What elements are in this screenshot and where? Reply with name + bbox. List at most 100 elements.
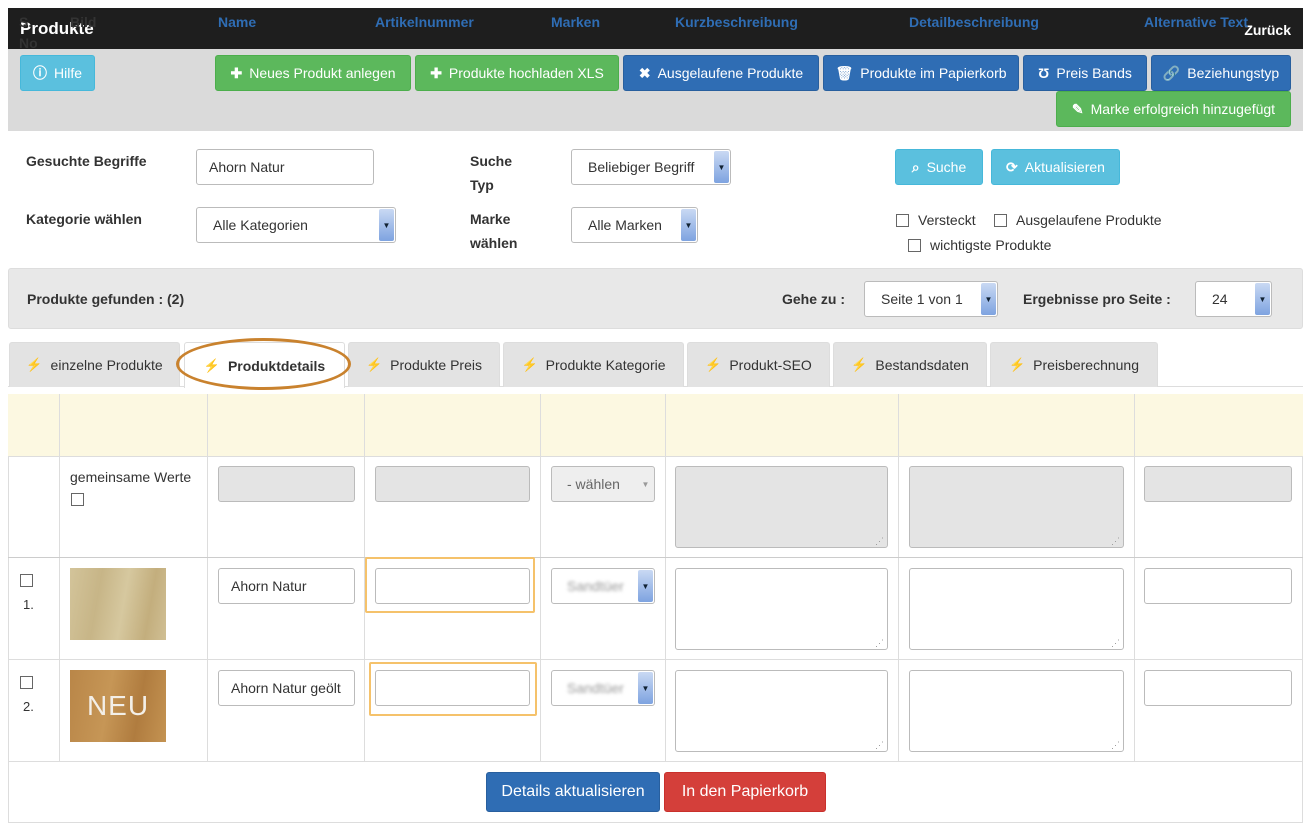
help-button[interactable]: ⓘ Hilfe bbox=[20, 55, 95, 91]
row-number: 1. bbox=[23, 597, 34, 612]
row-divider bbox=[8, 659, 1303, 660]
back-link[interactable]: Zurück bbox=[1244, 22, 1291, 38]
th-alt-text[interactable]: Alternative Text bbox=[1144, 12, 1248, 33]
common-detail-description[interactable] bbox=[909, 466, 1124, 548]
refresh-button[interactable]: ⟳ Aktualisieren bbox=[991, 149, 1120, 185]
brand-label-1: Marke bbox=[470, 211, 511, 227]
short-description-textarea[interactable] bbox=[675, 670, 888, 752]
bolt-icon: ⚡ bbox=[851, 357, 868, 372]
important-checkbox[interactable] bbox=[908, 239, 921, 252]
search-type-label-2: Typ bbox=[470, 177, 494, 193]
move-to-trash-button[interactable]: In den Papierkorb bbox=[664, 772, 826, 812]
common-article-input[interactable] bbox=[375, 466, 530, 502]
chevron-down-icon: ▼ bbox=[638, 570, 653, 602]
price-bands-button[interactable]: Ʊ Preis Bands bbox=[1023, 55, 1147, 91]
th-image: Bild bbox=[70, 14, 97, 30]
col-divider bbox=[540, 394, 541, 762]
link-icon: 🔗 bbox=[1162, 64, 1181, 81]
plus-icon: ✚ bbox=[230, 64, 243, 81]
row-checkbox[interactable] bbox=[20, 676, 33, 689]
detail-description-textarea[interactable] bbox=[909, 568, 1124, 650]
tab-product-details[interactable]: ⚡ Produktdetails bbox=[184, 342, 345, 388]
upload-xls-button[interactable]: ✚ Produkte hochladen XLS bbox=[415, 55, 619, 91]
chevron-down-icon: ▼ bbox=[1255, 283, 1270, 315]
tab-product-price[interactable]: ⚡ Produkte Preis bbox=[348, 342, 500, 387]
bolt-icon: ⚡ bbox=[365, 357, 383, 372]
brand-added-button[interactable]: ✎ Marke erfolgreich hinzugefügt bbox=[1056, 91, 1291, 127]
th-name[interactable]: Name bbox=[218, 12, 256, 33]
th-brands[interactable]: Marken bbox=[551, 12, 600, 33]
category-label: Kategorie wählen bbox=[26, 211, 142, 227]
table-header bbox=[8, 394, 1303, 457]
tab-price-calculation[interactable]: ⚡ Preisberechnung bbox=[990, 342, 1158, 387]
row-divider bbox=[8, 557, 1303, 558]
brand-select[interactable]: Alle Marken ▼ bbox=[571, 207, 698, 243]
brand-select[interactable]: Sandtüer ▼ bbox=[551, 670, 655, 706]
chevron-down-icon: ▼ bbox=[379, 209, 394, 241]
article-number-input[interactable] bbox=[375, 568, 530, 604]
refresh-icon: ⟳ bbox=[1006, 158, 1018, 175]
plus-icon: ✚ bbox=[430, 64, 442, 81]
th-article-number[interactable]: Artikelnummer bbox=[375, 12, 474, 33]
tab-product-seo[interactable]: ⚡ Produkt-SEO bbox=[687, 342, 830, 387]
search-terms-label: Gesuchte Begriffe bbox=[26, 153, 147, 169]
category-select[interactable]: Alle Kategorien ▼ bbox=[196, 207, 396, 243]
trash-products-button[interactable]: 🗑 Produkte im Papierkorb bbox=[823, 55, 1019, 91]
bolt-icon: ⚡ bbox=[705, 357, 722, 372]
bolt-icon: ⚡ bbox=[1008, 357, 1026, 372]
common-values-checkbox[interactable] bbox=[71, 493, 84, 506]
hidden-checkbox[interactable] bbox=[896, 214, 909, 227]
bolt-icon: ⚡ bbox=[203, 357, 220, 373]
th-sno-2: No bbox=[19, 35, 38, 51]
update-details-button[interactable]: Details aktualisieren bbox=[486, 772, 660, 812]
relation-type-button[interactable]: 🔗 Beziehungstyp bbox=[1151, 55, 1291, 91]
common-name-input[interactable] bbox=[218, 466, 355, 502]
goto-label: Gehe zu : bbox=[782, 291, 846, 307]
tab-product-category[interactable]: ⚡ Produkte Kategorie bbox=[503, 342, 684, 387]
common-brand-select[interactable]: - wählen ▼ bbox=[551, 466, 655, 502]
row-checkbox[interactable] bbox=[20, 574, 33, 587]
discontinued-products-button[interactable]: ✖ Ausgelaufene Produkte bbox=[623, 55, 819, 91]
goto-page-select[interactable]: Seite 1 von 1 ▼ bbox=[864, 281, 998, 317]
products-found: Produkte gefunden : (2) bbox=[27, 291, 185, 307]
per-page-select[interactable]: 24 ▼ bbox=[1195, 281, 1272, 317]
chevron-down-icon: ▼ bbox=[638, 672, 653, 704]
search-terms-input[interactable]: Ahorn Natur bbox=[196, 149, 374, 185]
short-description-textarea[interactable] bbox=[675, 568, 888, 650]
chevron-down-icon: ▼ bbox=[714, 151, 729, 183]
brand-label-2: wählen bbox=[470, 235, 518, 251]
chevron-down-icon: ▼ bbox=[681, 209, 696, 241]
col-divider bbox=[665, 394, 666, 762]
tab-single-products[interactable]: ⚡ einzelne Produkte bbox=[9, 342, 180, 387]
alt-text-input[interactable] bbox=[1144, 568, 1292, 604]
tab-stock-data[interactable]: ⚡ Bestandsdaten bbox=[833, 342, 987, 387]
common-short-description[interactable] bbox=[675, 466, 888, 548]
row-divider bbox=[8, 761, 1303, 762]
product-thumbnail: NEU bbox=[70, 670, 166, 742]
product-name-input[interactable]: Ahorn Natur bbox=[218, 568, 355, 604]
th-short-description[interactable]: Kurzbeschreibung bbox=[675, 12, 798, 33]
product-thumbnail bbox=[70, 568, 166, 640]
page-header: Produkte Zurück bbox=[8, 8, 1303, 49]
product-name-input[interactable]: Ahorn Natur geölt bbox=[218, 670, 355, 706]
col-divider bbox=[207, 394, 208, 762]
discontinued-checkbox[interactable] bbox=[994, 214, 1007, 227]
per-page-label: Ergebnisse pro Seite : bbox=[1023, 291, 1171, 307]
brand-select[interactable]: Sandtüer ▼ bbox=[551, 568, 655, 604]
common-values-label: gemeinsame Werte bbox=[70, 469, 192, 485]
search-type-select[interactable]: Beliebiger Begriff ▼ bbox=[571, 149, 731, 185]
alt-text-input[interactable] bbox=[1144, 670, 1292, 706]
close-icon: ✖ bbox=[638, 64, 651, 81]
th-detail-description[interactable]: Detailbeschreibung bbox=[909, 12, 1039, 33]
info-icon: ⓘ bbox=[32, 65, 47, 81]
search-button[interactable]: ⌕ Suche bbox=[895, 149, 983, 185]
article-number-input[interactable] bbox=[375, 670, 530, 706]
common-alt-text-input[interactable] bbox=[1144, 466, 1292, 502]
detail-description-textarea[interactable] bbox=[909, 670, 1124, 752]
row-number: 2. bbox=[23, 699, 34, 714]
col-divider bbox=[1134, 394, 1135, 762]
edit-icon: ✎ bbox=[1071, 100, 1084, 117]
thumbnail-new-label: NEU bbox=[86, 690, 150, 721]
th-sno-1: S. bbox=[19, 14, 33, 30]
new-product-button[interactable]: ✚ Neues Produkt anlegen bbox=[215, 55, 411, 91]
